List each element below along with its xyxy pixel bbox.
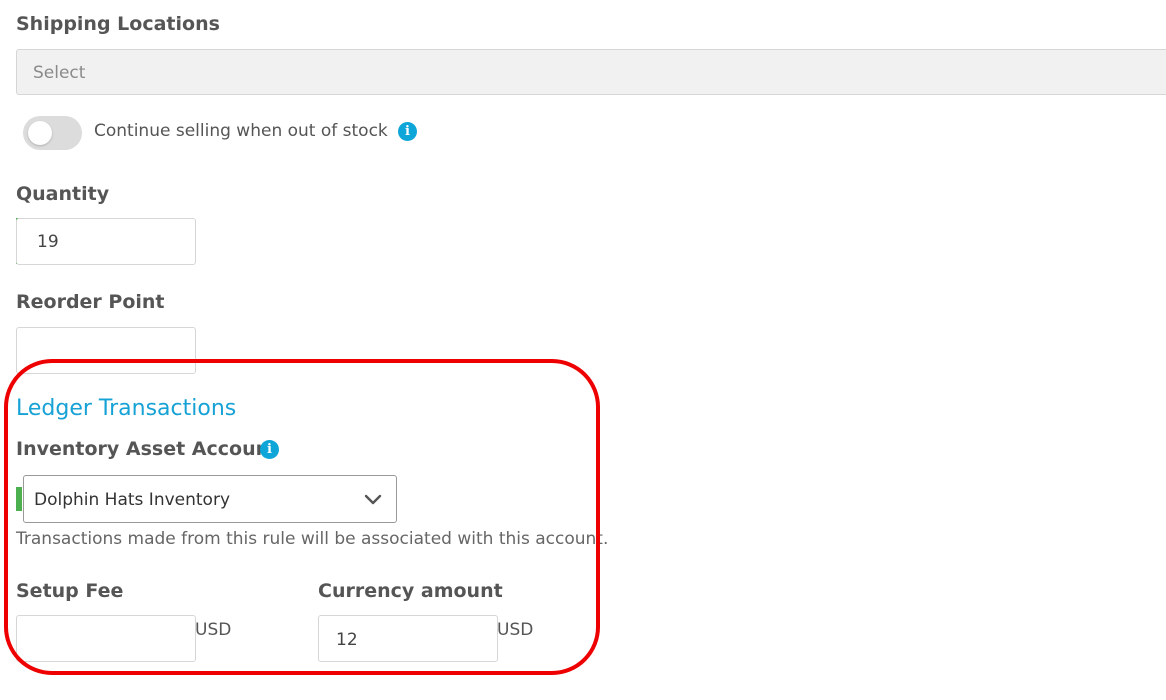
chevron-down-icon bbox=[364, 491, 382, 510]
inventory-account-selected: Dolphin Hats Inventory bbox=[34, 490, 231, 510]
currency-amount-label: Currency amount bbox=[318, 580, 503, 602]
setup-fee-unit: USD bbox=[195, 620, 232, 640]
shipping-locations-select[interactable]: Select bbox=[16, 49, 1166, 95]
shipping-locations-placeholder: Select bbox=[33, 63, 86, 83]
product-inventory-form: Shipping Locations Select Continue selli… bbox=[0, 0, 1166, 700]
continue-selling-label: Continue selling when out of stock bbox=[94, 121, 388, 141]
inventory-account-help-text: Transactions made from this rule will be… bbox=[16, 529, 609, 549]
toggle-knob bbox=[28, 121, 52, 145]
ledger-transactions-title: Ledger Transactions bbox=[16, 396, 237, 421]
inventory-asset-account-label: Inventory Asset Account bbox=[16, 438, 279, 460]
currency-amount-unit: USD bbox=[497, 620, 534, 640]
inventory-account-valid-indicator bbox=[16, 487, 22, 511]
setup-fee-input[interactable] bbox=[16, 615, 196, 662]
setup-fee-label: Setup Fee bbox=[16, 580, 124, 602]
reorder-point-label: Reorder Point bbox=[16, 291, 165, 313]
currency-amount-input[interactable]: 12 bbox=[318, 615, 498, 662]
currency-amount-value: 12 bbox=[336, 630, 358, 650]
shipping-locations-label: Shipping Locations bbox=[16, 13, 220, 35]
info-icon[interactable]: i bbox=[260, 440, 279, 459]
info-icon[interactable]: i bbox=[398, 122, 417, 141]
quantity-input[interactable]: 19 bbox=[16, 218, 196, 265]
continue-selling-toggle[interactable] bbox=[23, 116, 82, 150]
inventory-asset-account-select[interactable]: Dolphin Hats Inventory bbox=[23, 475, 397, 523]
quantity-label: Quantity bbox=[16, 183, 110, 205]
reorder-point-input[interactable] bbox=[16, 327, 196, 374]
quantity-value: 19 bbox=[37, 232, 59, 252]
